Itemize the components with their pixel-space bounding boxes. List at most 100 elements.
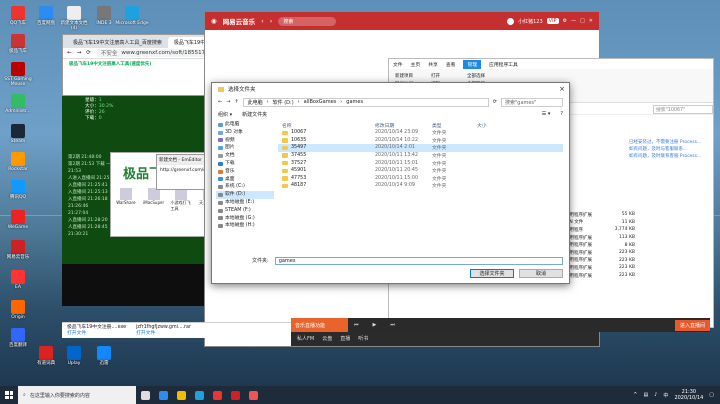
ime-indicator[interactable]: 中 [663, 392, 668, 399]
ribbon-command[interactable]: 打开 [431, 73, 449, 79]
desktop-icon[interactable]: WeGame [4, 210, 32, 230]
file-row[interactable]: 37527 2020/10/11 15:01 文件夹 [278, 159, 563, 167]
breadcrumb[interactable]: 此电脑 › 软件 (D:) › allBoxGames › games [242, 97, 489, 107]
nav-tree-item[interactable]: STEAM (F:) [216, 207, 274, 215]
play-prev-icon[interactable]: ⏮ [354, 322, 359, 328]
desktop-icon[interactable]: QQ飞车 [4, 6, 32, 26]
desktop-icon[interactable]: 迅雷 [90, 346, 118, 366]
select-folder-dialog[interactable]: 选择文件夹 × ← → ↑ 此电脑 › 软件 (D:) › allBoxGames › ga… [211, 82, 570, 284]
file-row[interactable]: 10067 2020/10/14 23:09 文件夹 [278, 129, 563, 137]
desktop-icon[interactable]: 百度网盘 [32, 6, 60, 26]
bottom-item-0[interactable]: 私人FM [297, 335, 314, 342]
clock[interactable]: 21:30 2020/10/14 [674, 389, 703, 401]
desktop-icon[interactable]: Steam [4, 124, 32, 144]
desktop-icon[interactable]: Rockstar [4, 152, 32, 172]
settings-icon[interactable]: ⚙ [563, 18, 567, 24]
ribbon-tab[interactable]: 文件 [393, 61, 403, 68]
desktop-icon[interactable]: EA [4, 270, 32, 290]
taskbar-search[interactable]: ⌕ 在这里输入你要搜索的内容 [18, 386, 136, 404]
user-name[interactable]: 小红猪123 [518, 18, 543, 25]
select-folder-button[interactable]: 选择文件夹 [470, 269, 514, 278]
start-button[interactable] [0, 386, 18, 404]
breadcrumb-item[interactable]: 软件 (D:) [273, 99, 294, 106]
overlay-app[interactable]: iMacSuper [143, 188, 165, 212]
ribbon-command[interactable]: 全部选择 [467, 73, 485, 79]
taskbar-app-icon[interactable] [172, 386, 190, 404]
nav-tree-item[interactable]: 图片 [216, 144, 274, 152]
dialog-search-input[interactable]: 搜索"games" [501, 97, 563, 107]
nav-tree-item[interactable]: 本地磁盘 (G:) [216, 215, 274, 223]
cancel-button[interactable]: 取消 [519, 269, 563, 278]
folder-name-input[interactable]: games [274, 256, 563, 265]
nav-tree-item[interactable]: 文档 [216, 152, 274, 160]
desktop-icon[interactable]: Origin [4, 300, 32, 320]
reload-icon[interactable]: ⟳ [86, 50, 91, 56]
taskbar-app-icon[interactable] [208, 386, 226, 404]
up-icon[interactable]: ↑ [234, 99, 238, 105]
desktop-icon[interactable]: SST Gaming Mouse [4, 62, 32, 87]
ribbon-tab[interactable]: 共享 [428, 61, 438, 68]
file-row[interactable]: 47753 2020/10/11 15:00 文件夹 [278, 175, 563, 183]
explorer-search[interactable]: 搜索"10067" [653, 105, 713, 114]
close-icon[interactable]: ✕ [589, 18, 593, 24]
nav-tree-item[interactable]: 下载 [216, 160, 274, 168]
taskbar-app-icon[interactable] [190, 386, 208, 404]
nav-tree-item[interactable]: 视频 [216, 137, 274, 145]
minimize-icon[interactable]: — [571, 18, 576, 24]
taskbar-app-icon[interactable] [226, 386, 244, 404]
back-icon[interactable]: ← [218, 99, 222, 105]
notification-icon[interactable]: ▢ [709, 392, 714, 398]
nav-tree-item[interactable]: 此电脑 [216, 121, 274, 129]
nav-tree-item[interactable]: 本地磁盘 (E:) [216, 199, 274, 207]
overlay-app[interactable]: 小游戏打飞工具 [171, 188, 193, 212]
taskbar-app-icon[interactable] [136, 386, 154, 404]
column-size[interactable]: 大小 [477, 122, 507, 129]
help-icon[interactable]: ? [560, 111, 563, 117]
maximize-icon[interactable]: □ [580, 18, 585, 24]
column-date[interactable]: 修改日期 [375, 122, 432, 129]
forward-icon[interactable]: → [226, 99, 230, 105]
column-type[interactable]: 类型 [432, 122, 477, 129]
download-action[interactable]: 打开文件 [67, 331, 126, 337]
overlay-app[interactable]: WarShare [115, 188, 137, 212]
network-icon[interactable]: ▤ [643, 392, 648, 398]
file-row[interactable]: 10635 2020/10/14 10:22 文件夹 [278, 137, 563, 145]
bottom-item-2[interactable]: 直播 [340, 335, 350, 342]
dialog-close-button[interactable]: × [555, 85, 569, 93]
nav-tree-item[interactable]: 桌面 [216, 176, 274, 184]
desktop-icon[interactable]: 新建文本文档 (4) [60, 6, 88, 31]
breadcrumb-item[interactable]: 此电脑 [248, 99, 263, 106]
desktop-icon[interactable]: Microsoft Edge [115, 6, 149, 26]
column-name[interactable]: 名称 [278, 122, 375, 129]
volume-icon[interactable]: ♪ [654, 392, 657, 398]
ribbon-tab[interactable]: 查看 [446, 61, 456, 68]
desktop-icon[interactable]: Administr... [4, 94, 32, 114]
nav-tree-item[interactable]: 本地磁盘 (H:) [216, 222, 274, 230]
organize-button[interactable]: 组织 ▾ [218, 111, 232, 118]
tray-up-icon[interactable]: ^ [633, 392, 637, 398]
ribbon-tab[interactable]: 应用程序工具 [489, 61, 518, 68]
desktop-icon[interactable]: 有道词典 [32, 346, 60, 366]
breadcrumb-item[interactable]: games [346, 99, 363, 105]
taskbar-app-icon[interactable] [244, 386, 262, 404]
new-folder-button[interactable]: 新建文件夹 [242, 111, 267, 118]
file-row[interactable]: 37455 2020/10/11 13:42 文件夹 [278, 152, 563, 160]
desktop-icon[interactable]: 极品飞车 [4, 34, 32, 54]
desktop-icon[interactable]: 腾讯QQ [4, 180, 32, 200]
play-icon[interactable]: ▶ [373, 322, 377, 328]
desktop-icon[interactable]: Uplay [60, 346, 88, 366]
desktop-icon[interactable]: 百度翻译 [4, 328, 32, 348]
ribbon-tab[interactable]: 主页 [411, 61, 421, 68]
ribbon-tab[interactable]: 管理 [463, 59, 482, 69]
taskbar-app-icon[interactable] [154, 386, 172, 404]
live-button[interactable]: 进入直播间 [674, 319, 710, 331]
download-action[interactable]: 打开文件 [136, 331, 191, 337]
nav-tree-item[interactable]: 3D 对象 [216, 129, 274, 137]
desktop-icon[interactable]: 网易云音乐 [4, 240, 32, 260]
desktop-icon[interactable]: INDE 3 [90, 6, 118, 26]
bottom-item-3[interactable]: 听书 [358, 335, 368, 342]
user-avatar[interactable] [507, 17, 515, 25]
view-options-icon[interactable]: ☰ ▾ [542, 111, 551, 117]
breadcrumb-item[interactable]: allBoxGames [304, 99, 337, 105]
ribbon-command[interactable]: 新建项目 [395, 73, 413, 79]
